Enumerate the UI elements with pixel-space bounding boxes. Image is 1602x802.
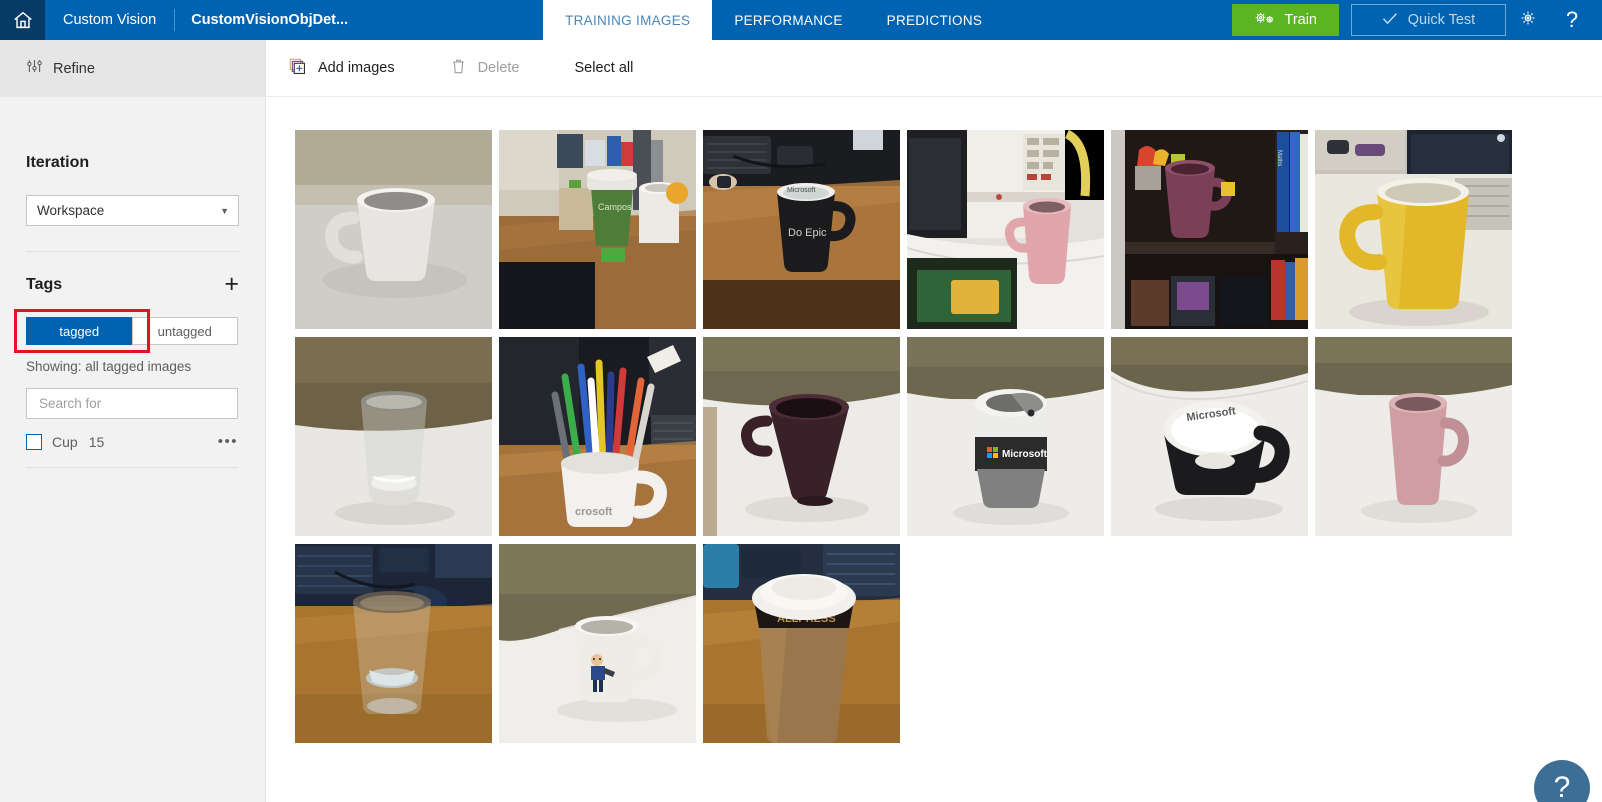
brand-link[interactable]: Custom Vision [45,0,156,40]
custom-vision-app: Custom Vision CustomVisionObjDet... TRAI… [0,0,1602,802]
train-button-label: Train [1284,12,1318,28]
plus-icon: + [224,270,239,298]
select-all-label: Select all [574,60,634,76]
training-images-grid: Campos Microsoft Do Epic Maths crosoft M… [267,97,1527,743]
quick-test-label: Quick Test [1407,12,1476,28]
iteration-heading: Iteration [26,154,90,171]
tab-performance[interactable]: PERFORMANCE [712,0,864,40]
tag-search-box[interactable] [26,388,238,419]
training-image-thumbnail[interactable] [1315,337,1512,536]
training-image-thumbnail[interactable]: Maths [1111,130,1308,329]
training-image-thumbnail[interactable] [1315,130,1512,329]
tag-name: Cup [52,434,78,450]
add-images-button[interactable]: Add images [289,58,395,79]
delete-label: Delete [477,60,520,76]
top-header: Custom Vision CustomVisionObjDet... TRAI… [0,0,1602,40]
refine-button[interactable]: Refine [0,40,265,97]
gears-icon [1254,10,1276,30]
tag-search-input[interactable] [39,396,225,411]
add-images-label: Add images [318,60,395,76]
project-name[interactable]: CustomVisionObjDet... [191,0,348,40]
svg-text:Microsoft: Microsoft [787,187,815,194]
home-button[interactable] [0,0,45,40]
checkmark-icon [1382,12,1398,29]
tags-heading: Tags [26,275,63,293]
tag-list-divider [26,467,238,468]
training-image-thumbnail[interactable]: ALLPRESS [703,544,900,743]
svg-text:Microsoft: Microsoft [1002,449,1048,460]
tagged-toggle-wrap: tagged untagged [14,309,239,353]
trash-icon [451,58,466,79]
main-content: Add images Delete Select all Campos Micr… [267,40,1602,802]
svg-text:crosoft: crosoft [575,506,613,518]
tag-list-item-cup[interactable]: Cup 15 ••• [26,434,238,450]
settings-button[interactable] [1506,0,1550,40]
gear-icon [1518,8,1538,33]
sidebar-divider [26,251,239,252]
quick-test-button[interactable]: Quick Test [1351,4,1506,36]
iteration-select-value: Workspace [37,203,105,218]
select-all-button[interactable]: Select all [575,60,634,76]
question-mark-icon: ? [1553,771,1571,802]
training-image-thumbnail[interactable]: crosoft [499,337,696,536]
header-tabs: TRAINING IMAGES PERFORMANCE PREDICTIONS [543,0,1004,40]
tag-count: 15 [88,434,105,450]
iteration-select[interactable]: Workspace ▼ [26,195,239,226]
svg-text:Campos: Campos [598,202,632,212]
showing-text: Showing: all tagged images [26,359,192,374]
header-divider [174,9,176,31]
training-image-thumbnail[interactable]: Campos [499,130,696,329]
training-image-thumbnail[interactable] [295,544,492,743]
svg-text:Do Epic: Do Epic [788,227,827,239]
training-image-thumbnail[interactable] [499,544,696,743]
toggle-tagged[interactable]: tagged [26,317,132,345]
tags-header-row: Tags + [26,272,239,297]
tag-checkbox[interactable] [26,434,42,450]
sliders-icon [26,58,43,80]
training-image-thumbnail[interactable] [907,130,1104,329]
header-help-button[interactable]: ? [1550,0,1594,40]
training-image-thumbnail[interactable]: Microsoft Do Epic [703,130,900,329]
tab-training-images[interactable]: TRAINING IMAGES [543,0,713,40]
training-image-thumbnail[interactable] [703,337,900,536]
floating-help-button[interactable]: ? [1534,760,1590,802]
add-image-icon [289,58,306,79]
sidebar-body: Iteration Workspace ▼ Tags + tagged unta… [0,154,265,468]
training-image-thumbnail[interactable]: Microsoft [907,337,1104,536]
training-image-thumbnail[interactable] [295,130,492,329]
train-button[interactable]: Train [1231,4,1339,36]
question-mark-icon: ? [1565,7,1579,32]
toggle-untagged[interactable]: untagged [131,317,238,345]
delete-button[interactable]: Delete [451,58,520,79]
header-actions: Train Quick Test ? [1231,0,1602,40]
home-icon [12,9,34,31]
training-image-thumbnail[interactable] [295,337,492,536]
left-sidebar: Refine Iteration Workspace ▼ Tags + tagg… [0,40,266,802]
refine-label: Refine [53,60,95,77]
tab-predictions[interactable]: PREDICTIONS [865,0,1005,40]
ellipsis-icon[interactable]: ••• [218,434,238,449]
training-image-thumbnail[interactable]: Microsoft [1111,337,1308,536]
chevron-down-icon: ▼ [220,205,229,216]
tagged-untagged-toggle: tagged untagged [26,317,238,345]
images-toolbar: Add images Delete Select all [267,40,1602,97]
svg-text:Maths: Maths [1276,150,1282,166]
add-tag-button[interactable]: + [224,272,239,297]
